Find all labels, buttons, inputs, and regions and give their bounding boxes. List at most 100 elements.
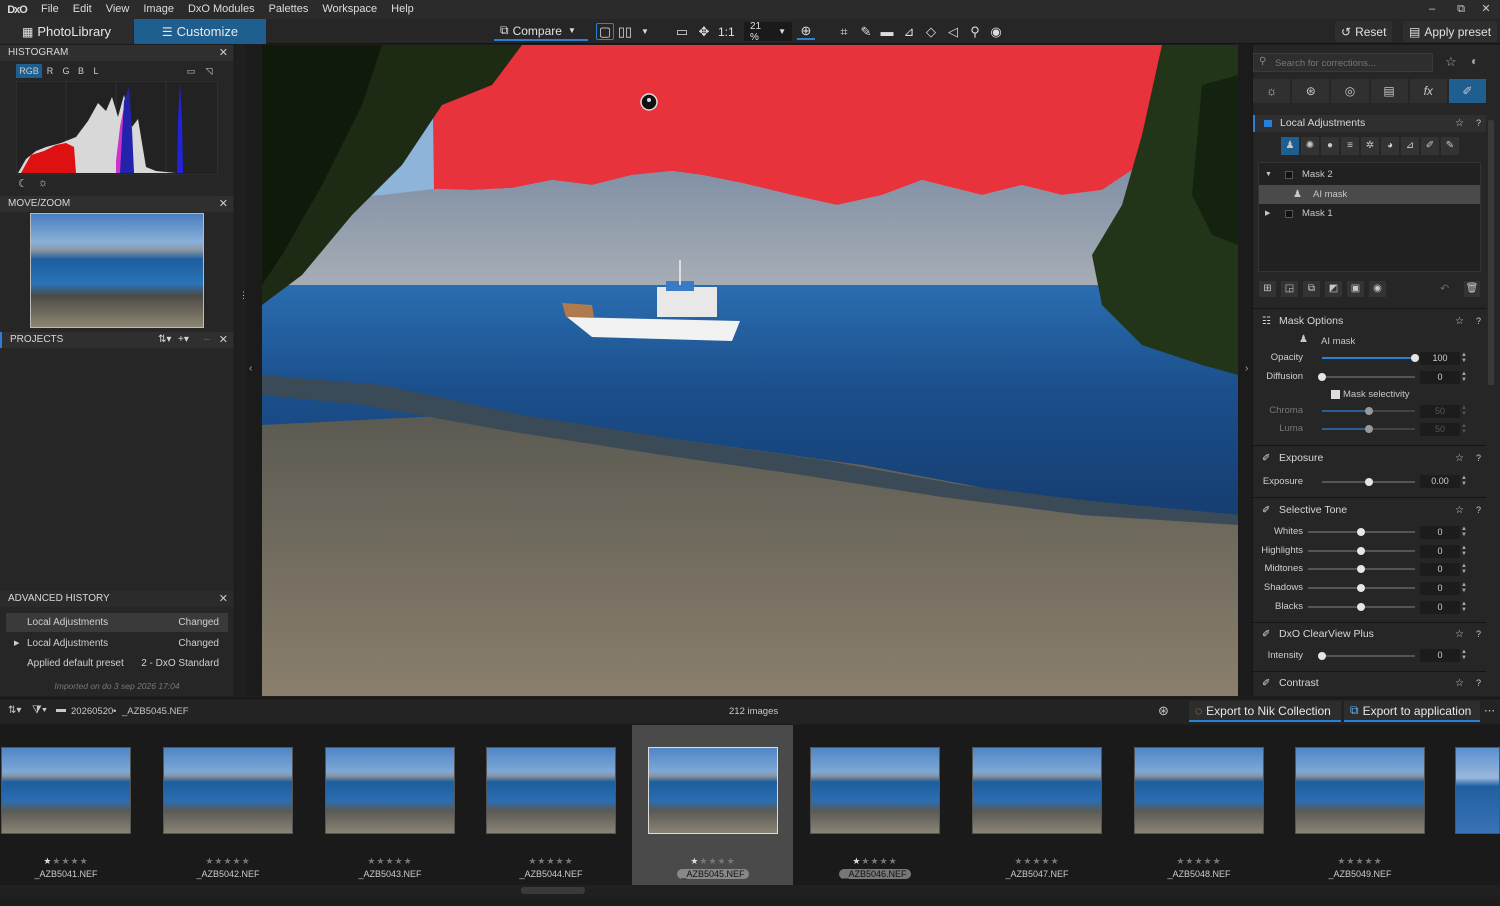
thumbnail[interactable]	[325, 747, 455, 834]
star-icon[interactable]: ☆	[1455, 450, 1464, 467]
left-splitter[interactable]: ⋮	[236, 45, 248, 696]
menu-palettes[interactable]: Palettes	[262, 0, 316, 19]
tone-highlights-knob[interactable]	[1357, 546, 1365, 555]
mask-options-header[interactable]: ☷ Mask Options ☆?	[1253, 313, 1486, 330]
volume-deformation-icon[interactable]: ◇	[922, 23, 940, 40]
help-icon[interactable]: ?	[1476, 675, 1481, 692]
compare-button[interactable]: ⧉ Compare ▼	[494, 22, 588, 41]
light-palette-icon[interactable]: ☼	[1253, 79, 1291, 103]
export-app-button[interactable]: ⧉ Export to application	[1344, 701, 1480, 722]
rating-stars[interactable]: ★★★★★	[486, 856, 616, 867]
brush-icon[interactable]: ●	[1321, 137, 1339, 155]
selective-tone-header[interactable]: ✐ Selective Tone ☆?	[1253, 502, 1486, 519]
thumbnail[interactable]	[163, 747, 293, 834]
channel-rgb[interactable]: RGB	[16, 64, 42, 78]
eyedropper-icon[interactable]: ✎	[857, 23, 875, 40]
thumbnail[interactable]	[1134, 747, 1264, 834]
filmstrip-scrollbar[interactable]	[0, 885, 1500, 897]
rating-stars[interactable]: ★★★★★	[325, 856, 455, 867]
help-icon[interactable]: ?	[1476, 313, 1481, 330]
mask-item[interactable]: ▼ Mask 2	[1259, 166, 1480, 184]
view-mode-chevron-icon[interactable]: ▼	[636, 23, 654, 40]
invert-mask-icon[interactable]: ◩	[1325, 281, 1342, 297]
rating-stars[interactable]: ★★★★★	[972, 856, 1102, 867]
menu-workspace[interactable]: Workspace	[315, 0, 384, 19]
undo-icon[interactable]: ↶	[1440, 282, 1449, 295]
right-panel-scrollbar[interactable]	[1488, 120, 1494, 385]
crop-icon[interactable]: ⌗	[835, 23, 853, 40]
thumbnail[interactable]	[972, 747, 1102, 834]
eraser-icon[interactable]: ◕	[1381, 137, 1399, 155]
mask-item-selected[interactable]: ♟ AI mask	[1259, 185, 1480, 204]
preview-eye-icon[interactable]: ◉	[987, 23, 1005, 40]
star-icon[interactable]: ☆	[1455, 502, 1464, 519]
mask-visibility-icon[interactable]	[1285, 210, 1293, 218]
opacity-slider-knob[interactable]	[1411, 354, 1419, 362]
rating-stars[interactable]: ★★★★★	[1295, 856, 1425, 867]
chevron-down-icon[interactable]: ▼	[1265, 166, 1272, 184]
spinner-icon[interactable]: ▲ ▼	[1460, 649, 1468, 662]
history-row[interactable]: Local Adjustments Changed	[6, 613, 228, 632]
exposure-slider-knob[interactable]	[1365, 478, 1373, 486]
export-icon[interactable]: ⊛	[1158, 703, 1169, 719]
intensity-slider[interactable]	[1322, 655, 1415, 657]
help-icon[interactable]: ?	[1476, 450, 1481, 467]
star-rating-empty[interactable]: ★★★★★	[1176, 856, 1221, 866]
color-palette-icon[interactable]: ⊛	[1292, 79, 1330, 103]
spinner-icon[interactable]: ▲ ▼	[1460, 563, 1468, 576]
tab-customize[interactable]: ☰ Customize	[134, 19, 266, 44]
control-line-icon[interactable]: ✲	[1361, 137, 1379, 155]
star-rating-empty[interactable]: ★★★★	[861, 856, 897, 866]
softproof-icon[interactable]: ◹	[202, 64, 216, 78]
monitor-icon[interactable]: ▭	[184, 64, 198, 78]
maximize-button[interactable]: ⧉	[1447, 0, 1475, 19]
spinner-icon[interactable]: ▲ ▼	[1460, 475, 1468, 488]
star-rating-empty[interactable]: ★★★★★	[367, 856, 412, 866]
photo-canvas[interactable]	[262, 45, 1238, 696]
menu-dxo-modules[interactable]: DxO Modules	[181, 0, 262, 19]
ai-mask-tool-icon[interactable]: ♟	[1281, 137, 1299, 155]
tone-whites-value[interactable]: 0	[1420, 526, 1460, 539]
menu-image[interactable]: Image	[136, 0, 181, 19]
zoom-level-select[interactable]: 21 % ▼	[744, 21, 792, 43]
chevron-right-icon[interactable]: ▶	[1265, 205, 1270, 223]
sort-icon[interactable]: ⇅▾	[158, 332, 171, 348]
channel-r[interactable]: R	[44, 64, 56, 78]
exposure-value[interactable]: 0.00	[1420, 475, 1460, 488]
opacity-value[interactable]: 100	[1420, 352, 1460, 365]
thumbnail[interactable]	[810, 747, 940, 834]
export-nik-button[interactable]: ◌ Export to Nik Collection	[1189, 701, 1341, 722]
tone-blacks-knob[interactable]	[1357, 602, 1365, 611]
tone-highlights-value[interactable]: 0	[1420, 544, 1460, 558]
history-row[interactable]: ▶ Local Adjustments Changed	[6, 634, 228, 653]
mask-item[interactable]: ▶ Mask 1	[1259, 205, 1480, 223]
intensity-slider-knob[interactable]	[1318, 652, 1326, 660]
spinner-icon[interactable]: ▲ ▼	[1460, 526, 1468, 539]
collapse-left-icon[interactable]: ‹	[249, 363, 252, 374]
single-view-icon[interactable]: ▢	[596, 23, 614, 40]
local-adjustments-header[interactable]: Local Adjustments ☆?	[1253, 115, 1486, 132]
tone-shadows-knob[interactable]	[1357, 584, 1365, 593]
add-project-icon[interactable]: +▾	[178, 332, 189, 348]
spinner-icon[interactable]: ▲ ▼	[1460, 545, 1468, 558]
star-icon[interactable]: ☆	[1455, 626, 1464, 643]
tone-midtones-knob[interactable]	[1357, 565, 1365, 574]
channel-b[interactable]: B	[75, 64, 87, 78]
image-viewer[interactable]: ‹ ›	[246, 45, 1252, 696]
close-icon[interactable]: ✕	[219, 196, 228, 212]
local-adjustments-palette-icon[interactable]: ✐	[1448, 79, 1487, 103]
spinner-icon[interactable]: ▲ ▼	[1460, 371, 1468, 384]
pen-icon[interactable]: ✎	[1441, 137, 1459, 155]
repair-icon[interactable]: ⚲	[966, 23, 984, 40]
geometry-palette-icon[interactable]: ▤	[1370, 79, 1408, 103]
contrast-header[interactable]: ✐ Contrast ☆?	[1253, 675, 1486, 692]
rating-stars[interactable]: ★★★★★	[810, 856, 940, 867]
local-adjust-toggle-icon[interactable]	[1264, 120, 1272, 127]
spinner-icon[interactable]: ▲ ▼	[1460, 582, 1468, 595]
close-window-button[interactable]: ✕	[1472, 0, 1500, 19]
rating-stars[interactable]: ★★★★★	[163, 856, 293, 867]
control-point-icon[interactable]: ✺	[1301, 137, 1319, 155]
delete-mask-icon[interactable]: 🗑	[1464, 281, 1480, 297]
diffusion-slider[interactable]	[1322, 376, 1415, 378]
fit-screen-icon[interactable]: ▭	[673, 23, 691, 40]
